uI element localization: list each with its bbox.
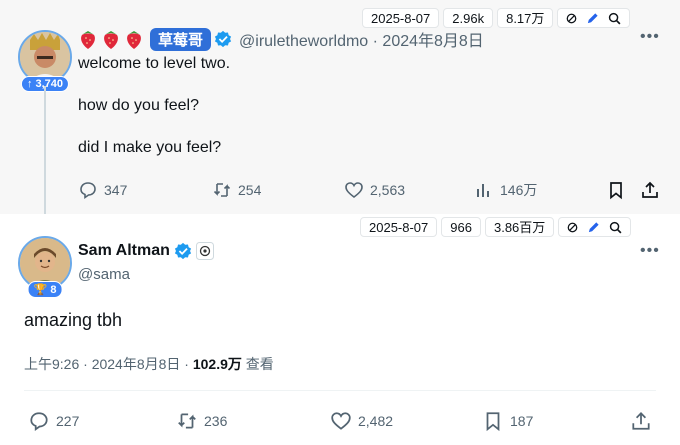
tweet-line: welcome to level two. <box>78 55 231 72</box>
parent-tweet-text: welcome to level two. how do you feel? d… <box>78 53 230 179</box>
main-avatar-wrap[interactable]: 🏆 8 <box>18 236 72 298</box>
thread-connector <box>44 86 46 232</box>
parent-avatar-wrap[interactable]: ↑ 3,740 <box>18 30 72 92</box>
more-icon[interactable]: ••• <box>640 242 660 260</box>
share-button[interactable] <box>630 410 652 432</box>
block-icon[interactable] <box>566 13 577 24</box>
meta-stat: 8.17万 <box>497 8 554 28</box>
share-icon <box>632 412 650 430</box>
strawberry-icon <box>81 31 95 49</box>
pencil-icon[interactable] <box>586 12 599 25</box>
main-name-row: Sam Altman <box>78 242 214 260</box>
reply-button[interactable]: 347 <box>78 180 212 200</box>
like-count: 2,563 <box>370 182 406 198</box>
views-label: 查看 <box>241 356 274 372</box>
search-icon[interactable] <box>608 12 621 25</box>
views-count: 146万 <box>500 182 538 198</box>
meta-stat: 966 <box>441 217 481 237</box>
tweet-line: how do you feel? <box>78 97 199 114</box>
verified-badge-icon <box>214 30 232 48</box>
views-count: 102.9万 <box>192 356 242 372</box>
verified-badge-icon <box>174 242 191 260</box>
bookmark-icon <box>610 182 622 200</box>
block-icon[interactable] <box>567 222 578 233</box>
more-icon[interactable]: ••• <box>640 28 660 46</box>
main-tweet-text: amazing tbh <box>24 310 123 330</box>
repost-icon <box>178 413 196 429</box>
meta-date: 2025-8-07 <box>360 217 438 237</box>
reply-icon <box>30 412 48 431</box>
repost-count: 254 <box>238 182 262 198</box>
reply-count: 347 <box>104 182 128 198</box>
main-tweet: 2025-8-07 966 3.86百万 ••• 🏆 8 Sam Altman … <box>0 214 680 445</box>
main-meta-pills: 2025-8-07 966 3.86百万 <box>360 217 632 237</box>
handle[interactable]: @sama <box>78 266 130 283</box>
search-icon[interactable] <box>609 221 622 234</box>
views-button[interactable]: 146万 <box>474 180 606 200</box>
main-action-bar: 227 236 2,482 187 <box>28 410 652 432</box>
repost-button[interactable]: 254 <box>212 180 344 200</box>
parent-tweet[interactable]: 2025-8-07 2.96k 8.17万 ••• ↑ 3,740 草莓哥 @i… <box>0 0 680 214</box>
meta-stat: 3.86百万 <box>484 217 555 237</box>
avatar-badge: 🏆 8 <box>27 281 63 298</box>
repost-icon <box>213 183 231 197</box>
meta-tools <box>557 8 631 28</box>
tweet-timestamp-row: 上午9:26 · 2024年8月8日 · 102.9万 查看 <box>24 354 274 374</box>
like-count: 2,482 <box>358 413 394 429</box>
bookmark-icon <box>486 412 500 432</box>
parent-name-row: 草莓哥 @iruletheworldmo · 2024年8月8日 <box>78 27 484 51</box>
parent-meta-pills: 2025-8-07 2.96k 8.17万 <box>362 8 631 28</box>
strawberry-icon <box>104 31 118 49</box>
reply-button[interactable]: 227 <box>28 410 176 432</box>
divider <box>24 390 656 391</box>
meta-stat: 2.96k <box>443 8 494 28</box>
reply-count: 227 <box>56 413 80 429</box>
bookmark-button[interactable]: 187 <box>482 410 630 432</box>
strawberry-icon <box>127 31 141 49</box>
share-button[interactable] <box>640 180 660 200</box>
repost-button[interactable]: 236 <box>176 410 330 432</box>
views-icon <box>477 184 489 197</box>
handle-time[interactable]: @iruletheworldmo · 2024年8月8日 <box>239 27 484 51</box>
like-icon <box>345 182 363 199</box>
like-button[interactable]: 2,563 <box>344 180 474 200</box>
timestamp[interactable]: 上午9:26 · 2024年8月8日 · <box>24 356 193 372</box>
reply-icon <box>80 182 96 200</box>
like-icon <box>331 412 351 430</box>
meta-tools <box>558 217 632 237</box>
meta-date: 2025-8-07 <box>362 8 440 28</box>
like-button[interactable]: 2,482 <box>330 410 482 432</box>
bookmark-button[interactable] <box>606 180 640 200</box>
bookmark-count: 187 <box>510 413 534 429</box>
parent-action-bar: 347 254 2,563 146万 <box>78 180 660 200</box>
openai-icon[interactable] <box>195 242 214 260</box>
pencil-icon[interactable] <box>587 221 600 234</box>
display-name[interactable]: Sam Altman <box>78 242 170 260</box>
display-name-tag[interactable]: 草莓哥 <box>150 27 212 51</box>
repost-count: 236 <box>204 413 228 429</box>
tweet-line: did I make you feel? <box>78 139 222 156</box>
share-icon <box>642 181 658 198</box>
